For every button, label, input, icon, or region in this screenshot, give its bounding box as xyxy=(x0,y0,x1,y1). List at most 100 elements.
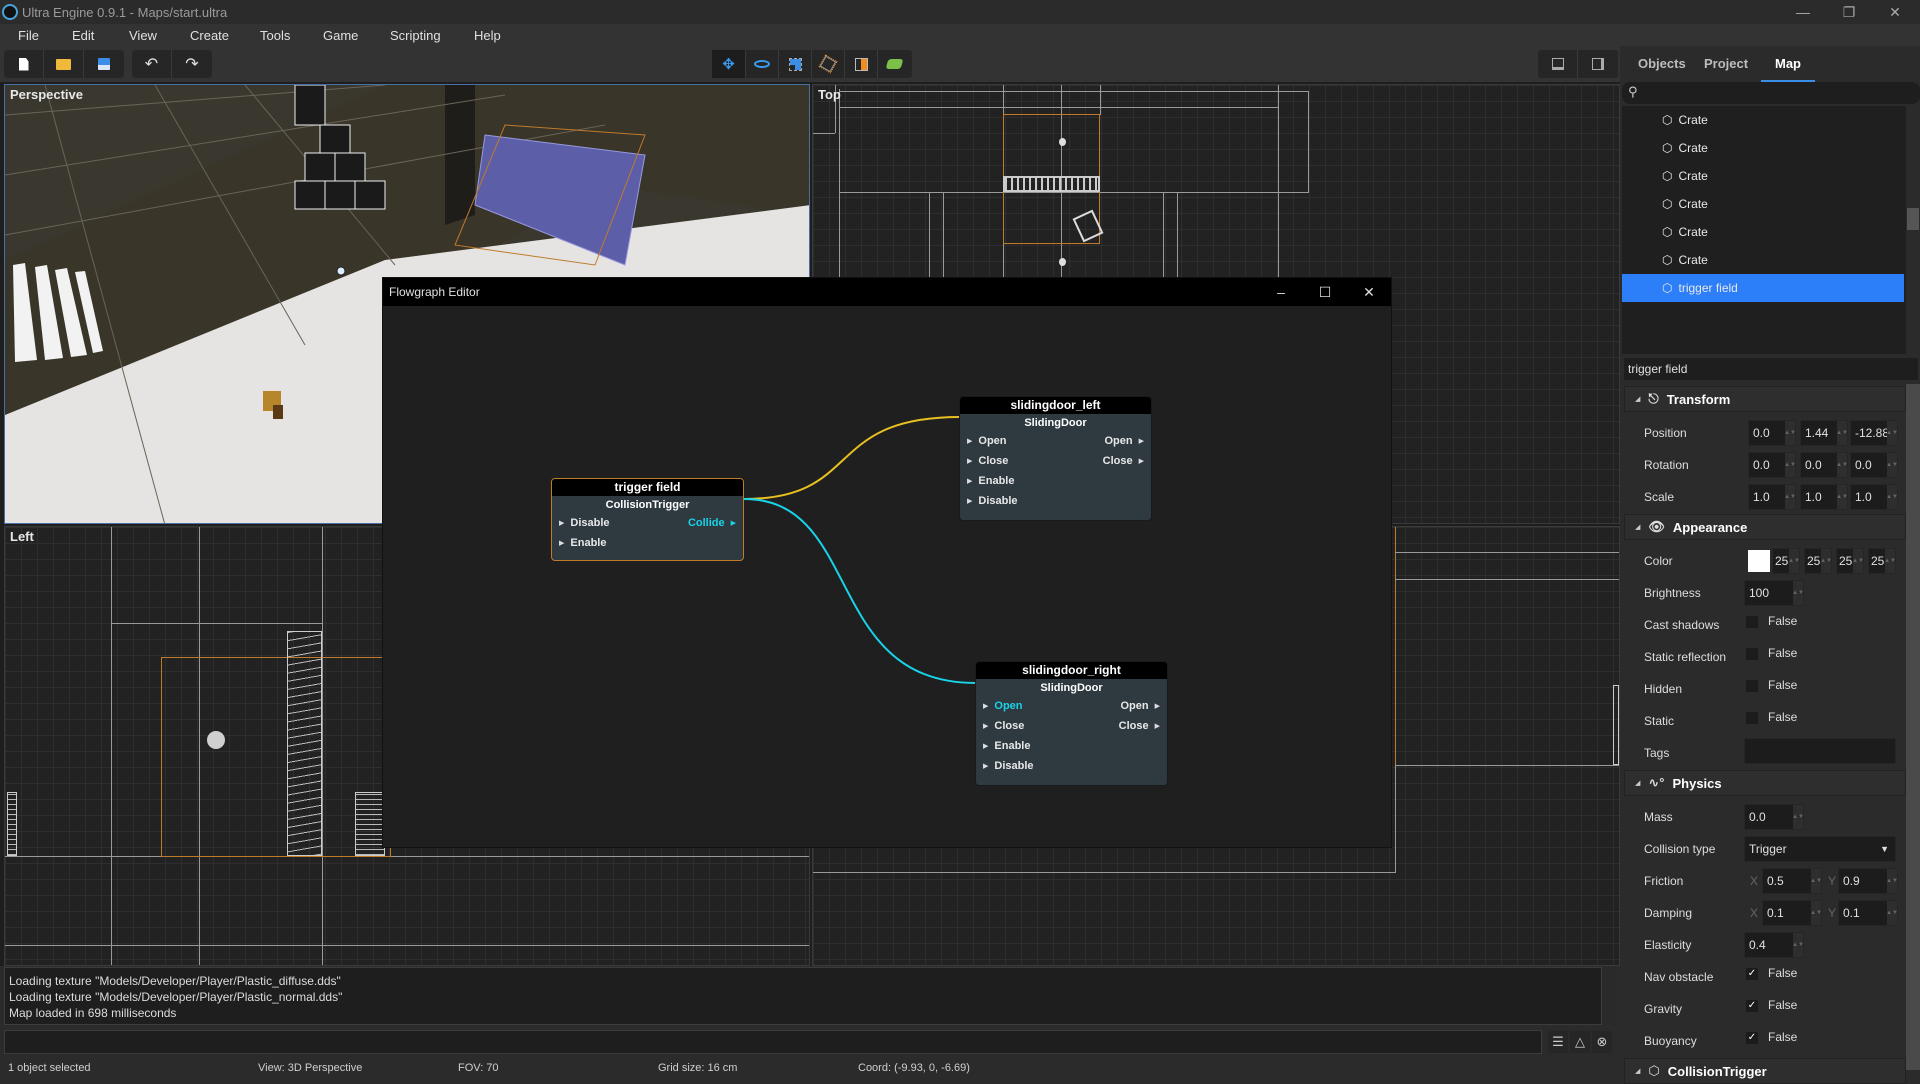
color-r-field[interactable]: 25 ▲▼ xyxy=(1772,548,1800,574)
gravity-checkbox[interactable]: ✓ xyxy=(1746,1000,1758,1012)
rotation-x-field[interactable]: 0.0 ▲▼ xyxy=(1748,452,1796,478)
terrain-tool-button[interactable] xyxy=(878,50,911,78)
menu-scripting[interactable]: Scripting xyxy=(390,28,441,43)
scale-x-field[interactable]: 1.0 ▲▼ xyxy=(1748,484,1796,510)
output-port-open[interactable]: Open ▶ xyxy=(1120,700,1160,712)
move-tool-button[interactable]: ✥ xyxy=(712,50,746,78)
save-button[interactable] xyxy=(84,50,124,78)
tree-item[interactable]: ⬡ Crate xyxy=(1622,218,1904,246)
tree-item[interactable]: ⬡ Crate xyxy=(1622,190,1904,218)
log-filter-button[interactable]: ☰ xyxy=(1548,1031,1568,1053)
error-filter-button[interactable]: ⊗ xyxy=(1592,1031,1612,1053)
rotation-y-field[interactable]: 0.0 ▲▼ xyxy=(1800,452,1848,478)
flowgraph-close-button[interactable]: ✕ xyxy=(1347,278,1391,306)
input-port-enable[interactable]: ▶ Enable xyxy=(967,475,1014,487)
scale-y-field[interactable]: 1.0 ▲▼ xyxy=(1800,484,1848,510)
new-file-button[interactable] xyxy=(4,50,44,78)
output-port-collide[interactable]: Collide ▶ xyxy=(688,517,736,529)
flow-node-slidingdoor-left[interactable]: slidingdoor_left SlidingDoor ▶ Open Open ▶… xyxy=(959,396,1152,521)
rotate-tool-button[interactable] xyxy=(746,50,779,78)
close-button[interactable]: ✕ xyxy=(1872,0,1918,24)
tab-objects[interactable]: Objects xyxy=(1638,46,1686,82)
output-port-close[interactable]: Close ▶ xyxy=(1119,720,1160,732)
section-collision-trigger[interactable]: ◢ ⬡ CollisionTrigger xyxy=(1624,1058,1906,1084)
input-port-close[interactable]: ▶ Close xyxy=(967,455,1008,467)
tree-item[interactable]: ⬡ Crate xyxy=(1622,246,1904,274)
undo-button[interactable]: ↶ xyxy=(132,50,172,78)
color-swatch[interactable] xyxy=(1748,550,1770,572)
menu-game[interactable]: Game xyxy=(323,28,358,43)
flowgraph-maximize-button[interactable]: ☐ xyxy=(1303,278,1347,306)
flowgraph-title-bar[interactable]: Flowgraph Editor – ☐ ✕ xyxy=(383,278,1391,306)
bottom-panel-toggle[interactable] xyxy=(1538,50,1578,78)
elasticity-field[interactable]: 0.4 ▲▼ xyxy=(1744,932,1804,958)
tree-item[interactable]: ⬡ Crate xyxy=(1622,106,1904,134)
position-y-field[interactable]: 1.44 ▲▼ xyxy=(1800,420,1848,446)
static-reflection-checkbox[interactable] xyxy=(1746,648,1758,660)
damping-y-field[interactable]: 0.1 ▲▼ xyxy=(1838,900,1898,926)
color-a-field[interactable]: 25 ▲▼ xyxy=(1868,548,1896,574)
buoyancy-checkbox[interactable]: ✓ xyxy=(1746,1032,1758,1044)
input-port-open[interactable]: ▶ Open xyxy=(967,435,1007,447)
menu-file[interactable]: File xyxy=(18,28,39,43)
menu-create[interactable]: Create xyxy=(190,28,229,43)
section-appearance[interactable]: ◢ 👁 Appearance xyxy=(1624,514,1906,540)
brightness-field[interactable]: 100 ▲▼ xyxy=(1744,580,1804,606)
scene-search-input[interactable]: ⚲ xyxy=(1622,82,1920,104)
redo-button[interactable]: ↷ xyxy=(172,50,212,78)
restore-button[interactable]: ❐ xyxy=(1826,0,1872,24)
vertex-tool-button[interactable] xyxy=(812,50,845,78)
console-command-input[interactable] xyxy=(4,1030,1542,1054)
input-port-close[interactable]: ▶ Close xyxy=(983,720,1024,732)
color-b-field[interactable]: 25 ▲▼ xyxy=(1836,548,1864,574)
flow-node-trigger-field[interactable]: trigger field CollisionTrigger ▶ Disable … xyxy=(551,478,744,561)
mass-field[interactable]: 0.0 ▲▼ xyxy=(1744,804,1804,830)
tree-item[interactable]: ⬡ Crate xyxy=(1622,162,1904,190)
input-port-open[interactable]: ▶ Open xyxy=(983,700,1023,712)
tab-project[interactable]: Project xyxy=(1704,46,1748,82)
tab-map[interactable]: Map xyxy=(1761,46,1815,82)
scale-tool-button[interactable] xyxy=(779,50,812,78)
console-scrollbar[interactable] xyxy=(1602,967,1618,1025)
tree-item[interactable]: ⬡ Crate xyxy=(1622,134,1904,162)
position-x-field[interactable]: 0.0 ▲▼ xyxy=(1748,420,1796,446)
menu-tools[interactable]: Tools xyxy=(260,28,290,43)
input-port-disable[interactable]: ▶ Disable xyxy=(983,760,1034,772)
entity-name-field[interactable]: trigger field xyxy=(1624,358,1918,380)
warning-filter-button[interactable]: △ xyxy=(1570,1031,1590,1053)
side-panel-toggle[interactable] xyxy=(1578,50,1618,78)
input-port-disable[interactable]: ▶ Disable xyxy=(559,517,610,529)
input-port-disable[interactable]: ▶ Disable xyxy=(967,495,1018,507)
hidden-checkbox[interactable] xyxy=(1746,680,1758,692)
position-z-field[interactable]: -12.88 ▲▼ xyxy=(1850,420,1898,446)
face-tool-button[interactable] xyxy=(845,50,878,78)
menu-edit[interactable]: Edit xyxy=(72,28,94,43)
static-checkbox[interactable] xyxy=(1746,712,1758,724)
menu-view[interactable]: View xyxy=(129,28,157,43)
console-output[interactable]: Loading texture "Models/Developer/Player… xyxy=(4,967,1602,1025)
rotation-z-field[interactable]: 0.0 ▲▼ xyxy=(1850,452,1898,478)
flowgraph-editor-window[interactable]: Flowgraph Editor – ☐ ✕ trigger field Col… xyxy=(382,277,1392,848)
tree-item-selected[interactable]: ⬡ trigger field xyxy=(1622,274,1904,302)
menu-help[interactable]: Help xyxy=(474,28,501,43)
minimize-button[interactable]: — xyxy=(1780,0,1826,24)
section-physics[interactable]: ◢ ∿° Physics xyxy=(1624,770,1906,796)
flowgraph-canvas[interactable]: trigger field CollisionTrigger ▶ Disable … xyxy=(383,306,1391,849)
collision-type-select[interactable]: Trigger ▼ xyxy=(1744,836,1896,862)
flowgraph-minimize-button[interactable]: – xyxy=(1259,278,1303,306)
damping-x-field[interactable]: 0.1 ▲▼ xyxy=(1762,900,1822,926)
input-port-enable[interactable]: ▶ Enable xyxy=(559,537,606,549)
output-port-close[interactable]: Close ▶ xyxy=(1103,455,1144,467)
properties-scrollbar[interactable] xyxy=(1906,384,1920,1070)
cast-shadows-checkbox[interactable] xyxy=(1746,616,1758,628)
open-button[interactable] xyxy=(44,50,84,78)
friction-x-field[interactable]: 0.5 ▲▼ xyxy=(1762,868,1822,894)
tree-scroll-thumb[interactable] xyxy=(1907,208,1919,230)
color-g-field[interactable]: 25 ▲▼ xyxy=(1804,548,1832,574)
input-port-enable[interactable]: ▶ Enable xyxy=(983,740,1030,752)
section-transform[interactable]: ◢ ⎋ Transform xyxy=(1624,386,1906,412)
scale-z-field[interactable]: 1.0 ▲▼ xyxy=(1850,484,1898,510)
tree-scrollbar[interactable] xyxy=(1906,106,1920,354)
output-port-open[interactable]: Open ▶ xyxy=(1104,435,1144,447)
tags-field[interactable] xyxy=(1744,738,1896,764)
